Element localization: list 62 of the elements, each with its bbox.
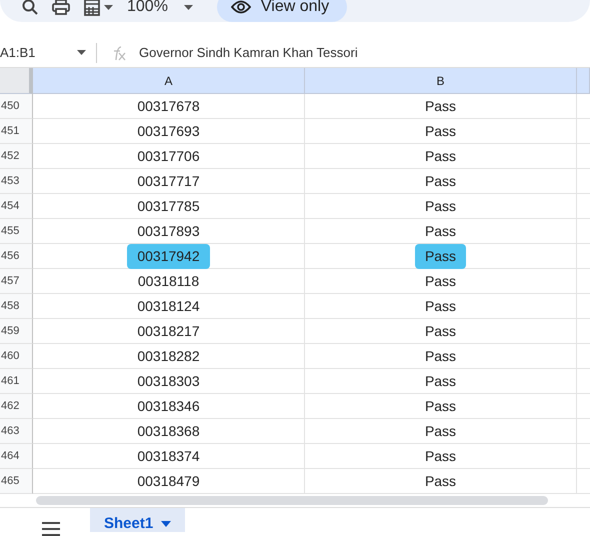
table-cell: 00318374 (33, 444, 305, 469)
caret-icon[interactable] (161, 521, 172, 527)
table-cell: Pass (305, 419, 577, 444)
table-cell: Pass (305, 119, 577, 144)
row-header[interactable]: 461 (0, 369, 33, 394)
print-icon[interactable] (52, 0, 70, 15)
caret-icon[interactable] (77, 50, 86, 55)
highlighted-value: 00317942 (127, 244, 210, 268)
table-cell: Pass (305, 169, 577, 194)
row-header[interactable]: 458 (0, 294, 33, 319)
row-header[interactable]: 457 (0, 269, 33, 294)
highlighted-value: Pass (414, 244, 466, 268)
table-cell: Pass (305, 369, 577, 394)
table-cell: Pass (305, 344, 577, 369)
table-cell: Pass (305, 469, 577, 494)
row-header[interactable]: 454 (0, 194, 33, 219)
search-icon[interactable] (22, 0, 38, 15)
table-cell: 00318479 (33, 469, 305, 494)
table-cell: 00317706 (33, 144, 305, 169)
table-cell: Pass (305, 294, 577, 319)
table-cell: 00318303 (33, 369, 305, 394)
table-cell: 00318124 (33, 294, 305, 319)
formula-text: Governor Sindh Kamran Khan Tessori (139, 44, 358, 62)
row-header[interactable]: 460 (0, 344, 33, 369)
calculator-icon[interactable] (84, 0, 100, 16)
table-cell: 00317717 (33, 169, 305, 194)
row-header[interactable]: 451 (0, 119, 33, 144)
table-cell: Pass (305, 394, 577, 419)
table-cell: 00318346 (33, 394, 305, 419)
menu-icon[interactable] (42, 522, 60, 536)
row-header[interactable]: 456 (0, 244, 33, 269)
table-cell: Pass (305, 194, 577, 219)
row-header[interactable]: 465 (0, 469, 33, 494)
row-header[interactable]: 452 (0, 144, 33, 169)
table-cell: 00318118 (33, 269, 305, 294)
table-cell: Pass (305, 319, 577, 344)
eye-icon (230, 0, 251, 14)
name-box[interactable]: A1:B1 (0, 42, 36, 62)
row-header[interactable]: 453 (0, 169, 33, 194)
table-cell: 00318368 (33, 419, 305, 444)
column-header[interactable]: B (305, 68, 577, 94)
table-cell: 00317693 (33, 119, 305, 144)
sheet-tab[interactable]: Sheet1 (90, 508, 186, 532)
row-header[interactable]: 462 (0, 394, 33, 419)
table-cell: Pass (305, 144, 577, 169)
caret-icon[interactable] (104, 4, 113, 10)
zoom-level[interactable]: 100% (127, 0, 168, 19)
table-cell: Pass (305, 94, 577, 119)
table-cell: 00318282 (33, 344, 305, 369)
table-cell: 00317678 (33, 94, 305, 119)
table-cell: Pass (305, 444, 577, 469)
row-header[interactable]: 464 (0, 444, 33, 469)
column-header[interactable]: A (33, 68, 305, 94)
row-header[interactable]: 455 (0, 219, 33, 244)
row-header[interactable]: 459 (0, 319, 33, 344)
row-header[interactable]: 463 (0, 419, 33, 444)
table-cell: 00317785 (33, 194, 305, 219)
table-cell: Pass (305, 269, 577, 294)
horizontal-scrollbar[interactable] (36, 496, 548, 505)
row-header[interactable]: 450 (0, 94, 33, 119)
table-cell: 00318217 (33, 319, 305, 344)
caret-icon[interactable] (184, 4, 193, 10)
